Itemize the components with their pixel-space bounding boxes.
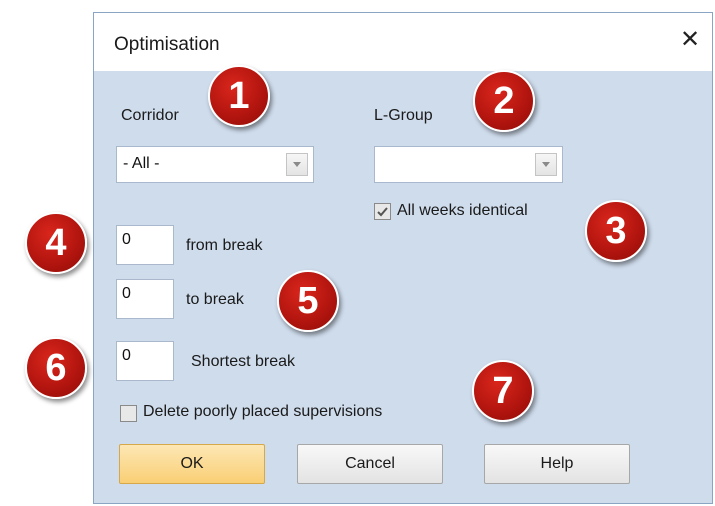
delete-poorly-checkbox[interactable] (120, 405, 137, 422)
shortest-break-value: 0 (122, 347, 131, 364)
callout-marker-2: 2 (473, 70, 535, 132)
dialog-title: Optimisation (114, 34, 220, 55)
callout-marker-1: 1 (208, 65, 270, 127)
help-button[interactable]: Help (484, 444, 630, 484)
lgroup-dropdown-button[interactable] (535, 153, 557, 176)
callout-marker-4: 4 (25, 212, 87, 274)
callout-marker-7: 7 (472, 360, 534, 422)
all-weeks-checkbox[interactable] (374, 203, 391, 220)
corridor-dropdown-button[interactable] (286, 153, 308, 176)
lgroup-combobox[interactable] (374, 146, 563, 183)
ok-button[interactable]: OK (119, 444, 265, 484)
to-break-input[interactable]: 0 (116, 279, 174, 319)
shortest-break-input[interactable]: 0 (116, 341, 174, 381)
close-button[interactable]: ✕ (676, 25, 704, 53)
lgroup-label: L-Group (374, 107, 433, 124)
shortest-break-label: Shortest break (191, 353, 296, 370)
checkmark-icon (377, 207, 388, 217)
callout-marker-3: 3 (585, 200, 647, 262)
corridor-combobox[interactable]: - All - (116, 146, 314, 183)
close-icon: ✕ (679, 25, 701, 53)
corridor-label: Corridor (121, 107, 179, 124)
all-weeks-label: All weeks identical (397, 202, 528, 219)
title-bar: Optimisation ✕ (94, 13, 712, 71)
corridor-value: - All - (123, 155, 160, 172)
cancel-button[interactable]: Cancel (297, 444, 443, 484)
from-break-input[interactable]: 0 (116, 225, 174, 265)
to-break-value: 0 (122, 285, 131, 302)
callout-marker-5: 5 (277, 270, 339, 332)
delete-poorly-label: Delete poorly placed supervisions (143, 403, 383, 420)
from-break-label: from break (186, 237, 263, 254)
to-break-label: to break (186, 291, 244, 308)
chevron-down-icon (293, 162, 301, 167)
callout-marker-6: 6 (25, 337, 87, 399)
chevron-down-icon (542, 162, 550, 167)
from-break-value: 0 (122, 231, 131, 248)
